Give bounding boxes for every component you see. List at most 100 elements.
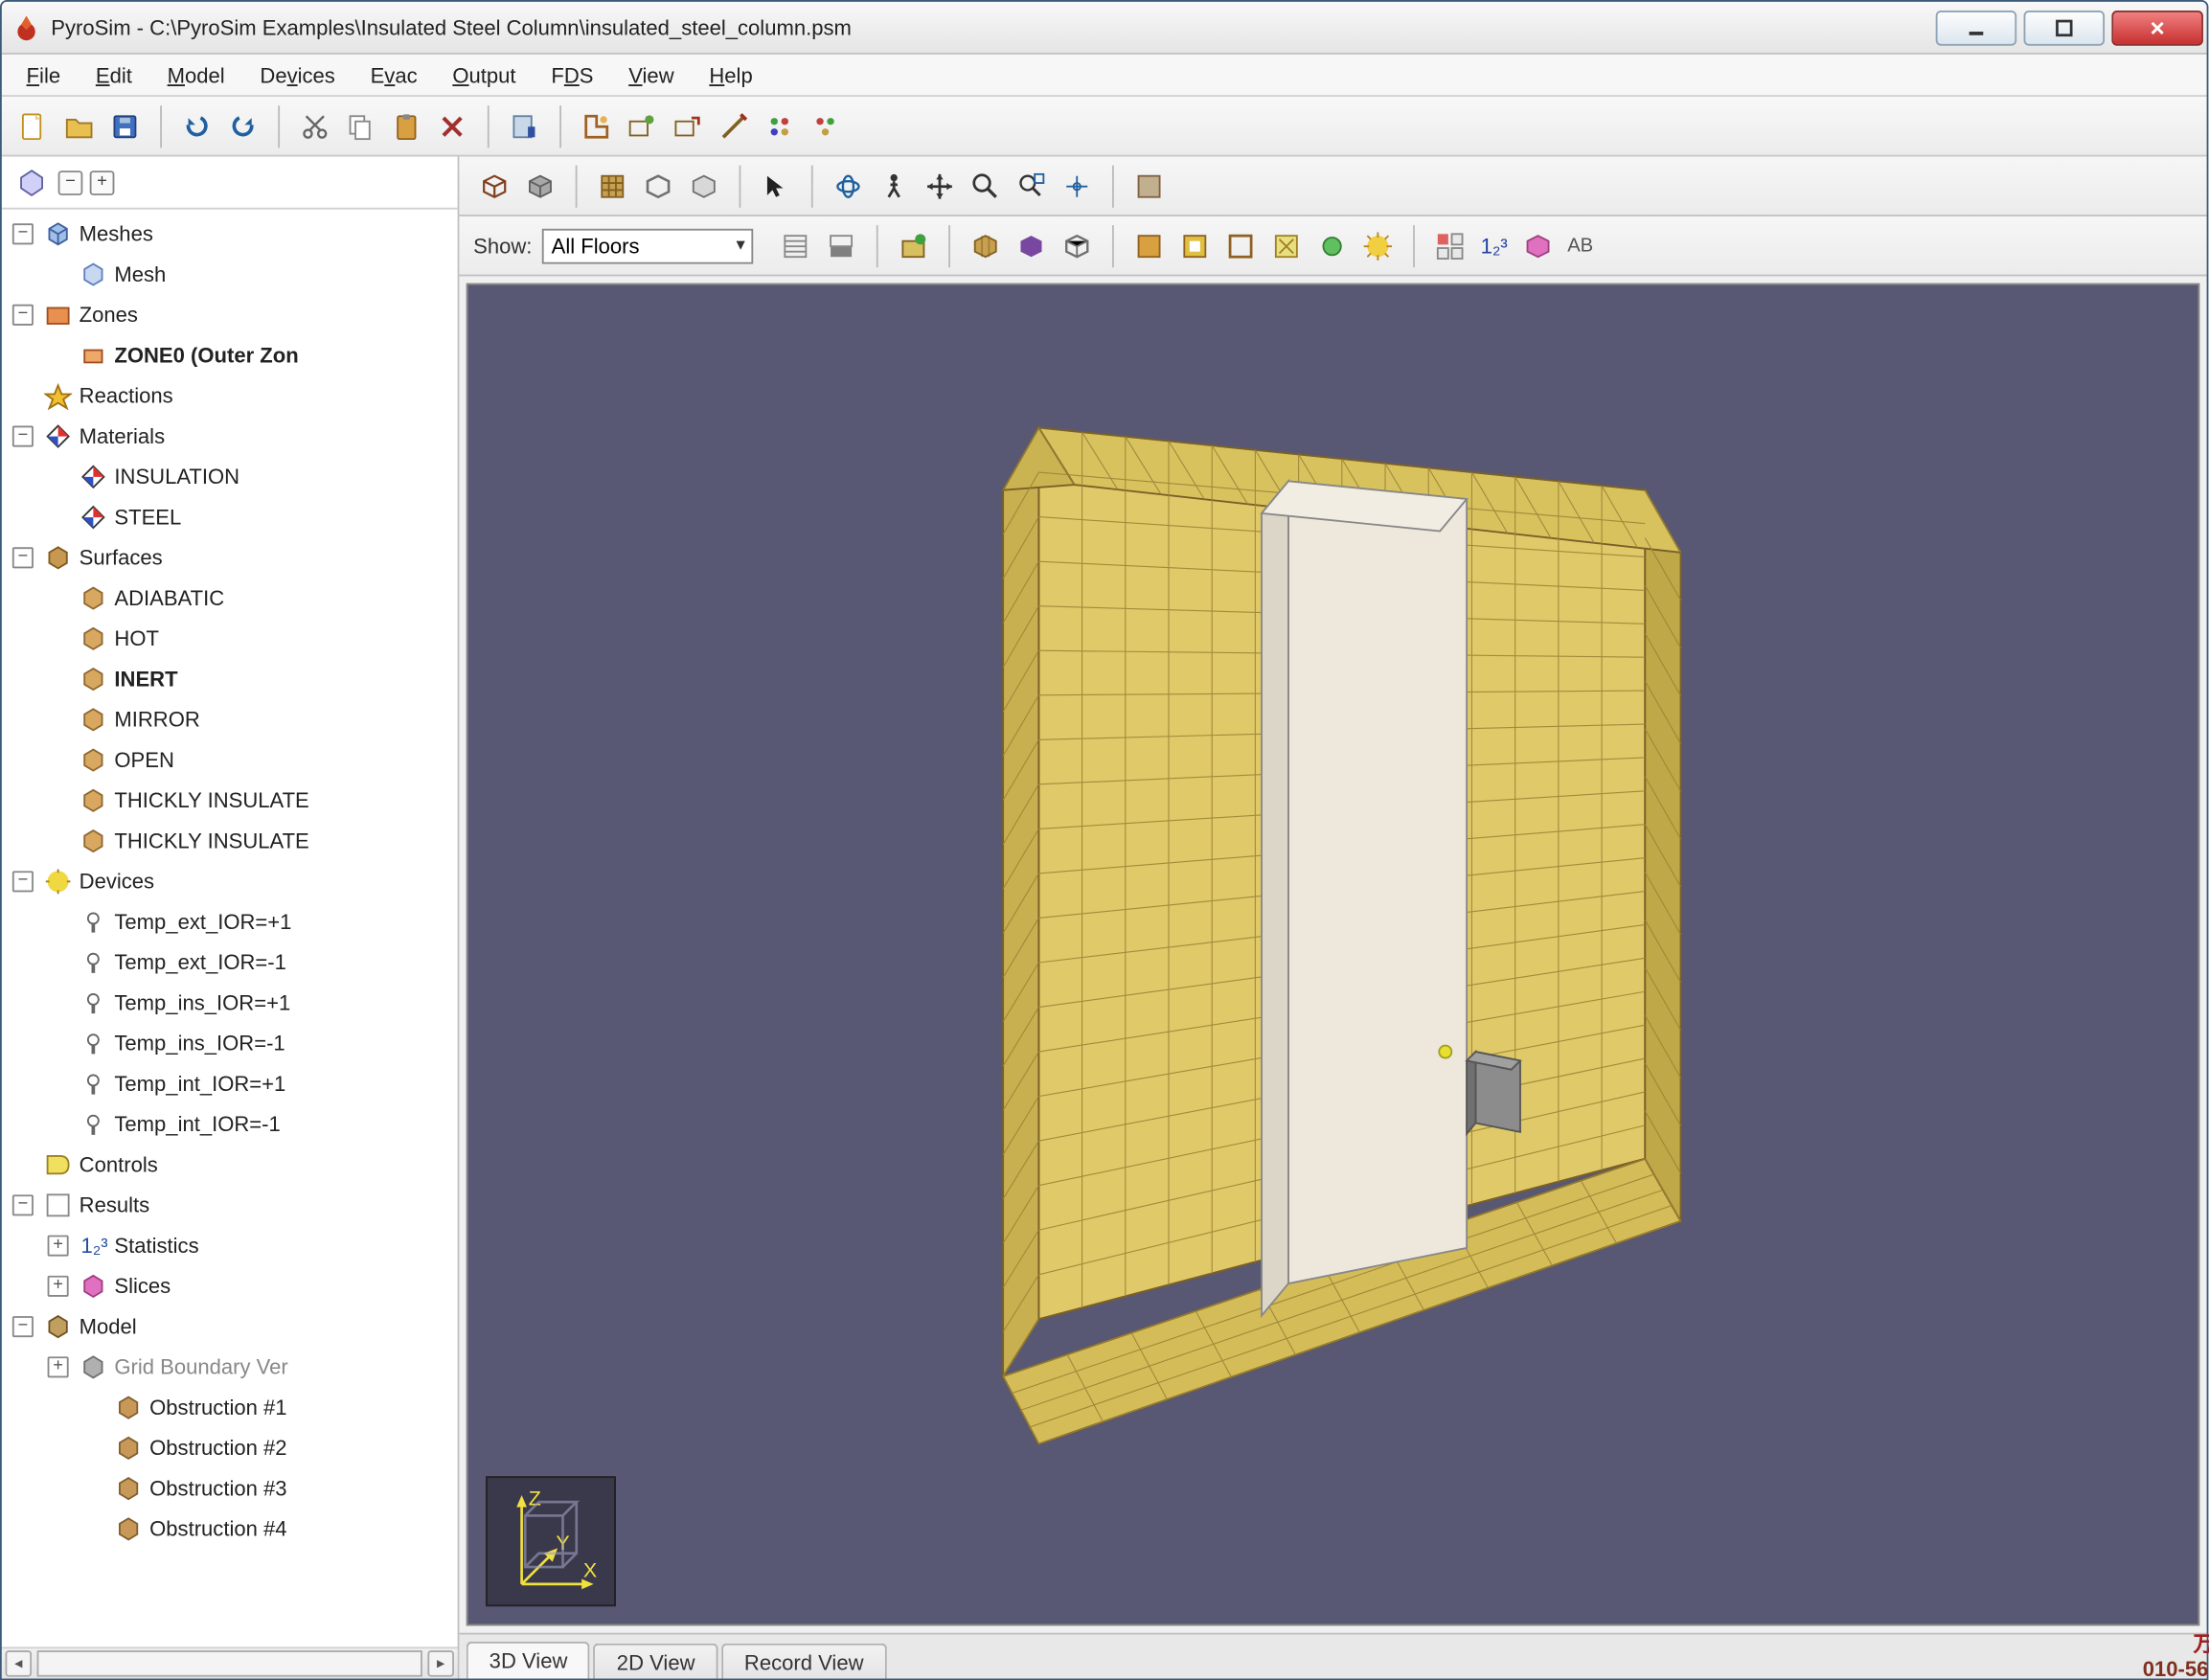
- tree-toggle[interactable]: −: [12, 546, 34, 567]
- tree-toggle[interactable]: +: [48, 1235, 69, 1256]
- view-box1-icon[interactable]: [637, 165, 679, 207]
- tree-item-insulation[interactable]: INSULATION: [9, 456, 457, 496]
- tree-item-inert[interactable]: INERT: [9, 658, 457, 698]
- view-solid-icon[interactable]: [519, 165, 561, 207]
- tree-item-stats[interactable]: +1₂³Statistics: [9, 1225, 457, 1265]
- tree-toggle[interactable]: +: [48, 1355, 69, 1376]
- tree-item-o4[interactable]: Obstruction #4: [9, 1508, 457, 1548]
- tree-item-d4[interactable]: Temp_ins_IOR=-1: [9, 1022, 457, 1062]
- walk-icon[interactable]: [873, 165, 915, 207]
- tool-b-icon[interactable]: [576, 104, 618, 147]
- tree-item-thick1[interactable]: THICKLY INSULATE: [9, 780, 457, 820]
- tab-2d-view[interactable]: 2D View: [594, 1644, 717, 1680]
- tree-item-o3[interactable]: Obstruction #3: [9, 1467, 457, 1508]
- tree-item-d5[interactable]: Temp_int_IOR=+1: [9, 1063, 457, 1103]
- vt-pink-icon[interactable]: [1516, 224, 1559, 266]
- copy-icon[interactable]: [340, 104, 382, 147]
- tree-item-meshes[interactable]: −Meshes: [9, 213, 457, 253]
- menu-file[interactable]: File: [12, 59, 75, 91]
- tree-item-zone0[interactable]: ZONE0 (Outer Zon: [9, 334, 457, 375]
- vt-a-icon[interactable]: [893, 224, 935, 266]
- tree-item-d6[interactable]: Temp_int_IOR=-1: [9, 1103, 457, 1144]
- tree-item-o2[interactable]: Obstruction #2: [9, 1427, 457, 1467]
- menu-fds[interactable]: FDS: [537, 59, 608, 91]
- tree-toggle[interactable]: −: [12, 222, 34, 243]
- menu-devices[interactable]: Devices: [246, 59, 350, 91]
- h-scrollbar[interactable]: ◂ ▸: [2, 1646, 458, 1678]
- minimize-button[interactable]: [1936, 10, 2017, 45]
- pan-icon[interactable]: [919, 165, 961, 207]
- label-123-icon[interactable]: 1₂³: [1475, 224, 1513, 266]
- tab-record-view[interactable]: Record View: [721, 1644, 886, 1680]
- orbit-icon[interactable]: [827, 165, 869, 207]
- tree-item-mirror[interactable]: MIRROR: [9, 698, 457, 738]
- vt-c-icon[interactable]: [1011, 224, 1053, 266]
- vt-g-icon[interactable]: [1220, 224, 1263, 266]
- tree-item-open[interactable]: OPEN: [9, 739, 457, 780]
- tool-g-icon[interactable]: [805, 104, 847, 147]
- open-file-icon[interactable]: [58, 104, 101, 147]
- vt-h-icon[interactable]: [1265, 224, 1308, 266]
- tree-item-controls[interactable]: Controls: [9, 1144, 457, 1184]
- view-box2-icon[interactable]: [683, 165, 725, 207]
- tree-item-gb[interactable]: +Grid Boundary Ver: [9, 1346, 457, 1386]
- tab-3d-view[interactable]: 3D View: [467, 1642, 590, 1680]
- floor-tool-1-icon[interactable]: [775, 224, 817, 266]
- view-mode-icon[interactable]: [1128, 165, 1171, 207]
- axis-gizmo[interactable]: Z X Y: [486, 1476, 616, 1606]
- redo-icon[interactable]: [221, 104, 263, 147]
- menu-view[interactable]: View: [615, 59, 689, 91]
- tree-item-materials[interactable]: −Materials: [9, 416, 457, 456]
- tool-d-icon[interactable]: [667, 104, 709, 147]
- nav-tool-icon[interactable]: [12, 163, 51, 201]
- menu-edit[interactable]: Edit: [81, 59, 146, 91]
- floor-select[interactable]: All Floors: [542, 228, 753, 263]
- view-grid-icon[interactable]: [591, 165, 633, 207]
- menu-model[interactable]: Model: [153, 59, 239, 91]
- new-file-icon[interactable]: [12, 104, 55, 147]
- tree-item-o1[interactable]: Obstruction #1: [9, 1387, 457, 1427]
- tree-item-adiabatic[interactable]: ADIABATIC: [9, 578, 457, 618]
- label-ab-icon[interactable]: AB: [1562, 224, 1599, 266]
- view-wire-icon[interactable]: [473, 165, 515, 207]
- tool-e-icon[interactable]: [713, 104, 755, 147]
- tree-toggle[interactable]: −: [12, 1315, 34, 1336]
- select-tool-icon[interactable]: [755, 165, 797, 207]
- close-button[interactable]: [2111, 10, 2203, 45]
- tree-item-steel[interactable]: STEEL: [9, 496, 457, 536]
- vt-f-icon[interactable]: [1174, 224, 1217, 266]
- vt-j-icon[interactable]: [1357, 224, 1400, 266]
- tree-toggle[interactable]: −: [12, 425, 34, 446]
- vt-d-icon[interactable]: [1057, 224, 1099, 266]
- tree-item-model[interactable]: −Model: [9, 1305, 457, 1346]
- zoom-icon[interactable]: [965, 165, 1007, 207]
- menu-evac[interactable]: Evac: [356, 59, 431, 91]
- zoom-fit-icon[interactable]: [1010, 165, 1052, 207]
- tree-toggle[interactable]: −: [12, 304, 34, 325]
- delete-icon[interactable]: [431, 104, 473, 147]
- collapse-all-button[interactable]: −: [58, 170, 83, 194]
- menu-help[interactable]: Help: [695, 59, 767, 91]
- scroll-right-icon[interactable]: ▸: [427, 1650, 454, 1677]
- viewport-3d[interactable]: Z X Y: [467, 284, 2199, 1626]
- floor-tool-2-icon[interactable]: [821, 224, 863, 266]
- tree-toggle[interactable]: −: [12, 1193, 34, 1215]
- vt-split-icon[interactable]: [1429, 224, 1471, 266]
- tree-item-surfaces[interactable]: −Surfaces: [9, 536, 457, 577]
- undo-icon[interactable]: [176, 104, 218, 147]
- center-icon[interactable]: [1056, 165, 1098, 207]
- tree-item-thick2[interactable]: THICKLY INSULATE: [9, 820, 457, 860]
- save-file-icon[interactable]: [103, 104, 146, 147]
- tree-toggle[interactable]: −: [12, 870, 34, 891]
- tree-item-zones[interactable]: −Zones: [9, 294, 457, 334]
- tree-item-slices[interactable]: +Slices: [9, 1265, 457, 1305]
- menu-output[interactable]: Output: [439, 59, 531, 91]
- tree-item-d3[interactable]: Temp_ins_IOR=+1: [9, 982, 457, 1022]
- vt-e-icon[interactable]: [1128, 224, 1171, 266]
- navigator-tree[interactable]: −MeshesMesh−ZonesZONE0 (Outer ZonReactio…: [2, 210, 458, 1647]
- cut-icon[interactable]: [294, 104, 336, 147]
- paste-icon[interactable]: [385, 104, 427, 147]
- expand-all-button[interactable]: +: [90, 170, 115, 194]
- scroll-left-icon[interactable]: ◂: [6, 1650, 33, 1677]
- tree-item-reactions[interactable]: Reactions: [9, 375, 457, 415]
